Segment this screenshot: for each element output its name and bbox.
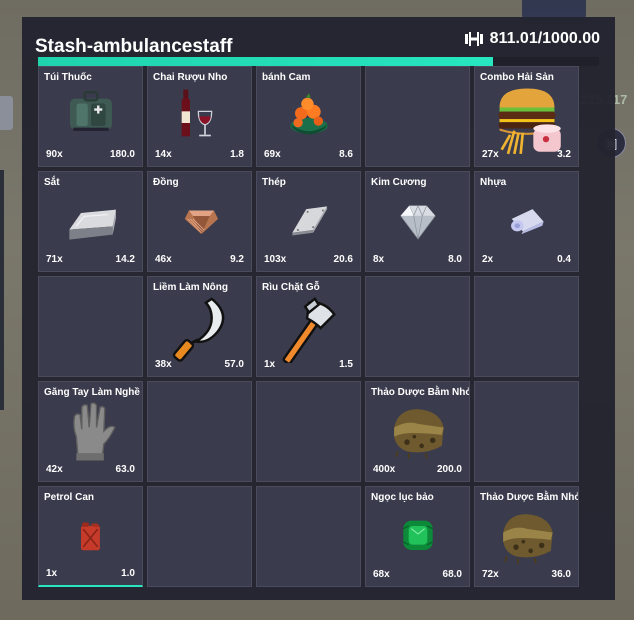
inventory-grid: Túi Thuốc 90x 180.0 Chai Rượu Nho 14x 1.8 bánh… xyxy=(38,66,579,587)
item-name: Kim Cương xyxy=(371,177,427,188)
inventory-slot[interactable]: Thảo Dược Bằm Nhỏ 400x 200.0 xyxy=(365,381,470,482)
item-weight: 63.0 xyxy=(115,464,135,475)
background-tab xyxy=(0,96,13,130)
item-name: Găng Tay Làm Nghề xyxy=(44,387,140,398)
item-name: Sắt xyxy=(44,177,60,188)
item-name: Túi Thuốc xyxy=(44,72,92,83)
item-weight: 20.6 xyxy=(333,254,353,265)
inventory-slot[interactable]: Ngọc lục bảo 68x 68.0 xyxy=(365,486,470,587)
background-bar xyxy=(0,170,4,410)
inventory-slot[interactable]: Combo Hải Sản 27x 3.2 xyxy=(474,66,579,167)
item-weight: 180.0 xyxy=(109,149,135,160)
item-count: 2x xyxy=(482,254,494,265)
medical-bag-icon xyxy=(68,91,113,133)
item-count: 27x xyxy=(482,149,499,160)
sickle-icon xyxy=(170,297,225,364)
stash-weight-text: 811.01/1000.00 xyxy=(489,30,600,47)
diamond-icon xyxy=(399,205,436,240)
item-count: 400x xyxy=(373,464,396,475)
inventory-slot[interactable]: Nhựa 2x 0.4 xyxy=(474,171,579,272)
inventory-slot[interactable]: Sắt 71x 14.2 xyxy=(38,171,143,272)
item-count: 46x xyxy=(155,254,172,265)
empty-slot[interactable] xyxy=(256,381,361,482)
item-count: 71x xyxy=(46,254,63,265)
item-weight: 3.2 xyxy=(557,149,571,160)
item-name: bánh Cam xyxy=(262,72,311,83)
item-count: 8x xyxy=(373,254,385,265)
item-count: 42x xyxy=(46,464,63,475)
stash-panel: Stash-ambulancestaff 811.01/1000.00 Túi … xyxy=(22,17,615,600)
item-weight: 1.8 xyxy=(230,149,244,160)
orange-cake-icon xyxy=(289,93,328,135)
item-name: Chai Rượu Nho xyxy=(153,72,228,83)
item-weight: 57.0 xyxy=(224,359,244,370)
item-count: 68x xyxy=(373,569,390,580)
item-name: Thép xyxy=(262,177,286,188)
burger-combo-icon xyxy=(496,87,562,156)
item-weight: 9.2 xyxy=(230,254,244,265)
item-weight: 1.0 xyxy=(121,568,135,579)
capacity-bar xyxy=(38,57,599,66)
item-name: Thảo Dược Bằm Nhỏ xyxy=(371,387,470,398)
weight-icon xyxy=(464,32,483,46)
plastic-roll-icon xyxy=(510,209,544,235)
inventory-slot[interactable]: Kim Cương 8x 8.0 xyxy=(365,171,470,272)
empty-slot[interactable] xyxy=(474,381,579,482)
item-name: Đồng xyxy=(153,177,179,188)
inventory-slot[interactable]: bánh Cam 69x 8.6 xyxy=(256,66,361,167)
herb-icon xyxy=(501,513,554,566)
item-count: 38x xyxy=(155,359,172,370)
item-name: Petrol Can xyxy=(44,492,95,503)
herb-icon xyxy=(392,408,445,461)
stash-weight: 811.01/1000.00 xyxy=(464,30,600,48)
item-weight: 0.4 xyxy=(557,254,571,265)
axe-icon xyxy=(281,298,335,364)
stash-title: Stash-ambulancestaff xyxy=(35,36,233,57)
steel-plate-icon xyxy=(291,206,327,236)
empty-slot[interactable] xyxy=(147,486,252,587)
inventory-slot[interactable]: Đồng 46x 9.2 xyxy=(147,171,252,272)
wine-bottle-icon xyxy=(180,89,212,138)
work-glove-icon xyxy=(72,402,116,462)
iron-ingot-icon xyxy=(68,209,117,241)
item-weight: 68.0 xyxy=(442,569,462,580)
empty-slot[interactable] xyxy=(365,66,470,167)
item-name: Rìu Chặt Gỗ xyxy=(262,282,320,293)
item-count: 103x xyxy=(264,254,287,265)
inventory-slot[interactable]: Petrol Can 1x 1.0 xyxy=(38,486,143,587)
item-weight: 8.0 xyxy=(448,254,462,265)
item-name: Ngọc lục bảo xyxy=(371,492,434,503)
item-name: Liềm Làm Nông xyxy=(153,282,229,293)
inventory-slot[interactable]: Thảo Dược Bằm Nhỏ 72x 36.0 xyxy=(474,486,579,587)
item-weight: 200.0 xyxy=(436,464,462,475)
inventory-slot[interactable]: Chai Rượu Nho 14x 1.8 xyxy=(147,66,252,167)
item-weight: 14.2 xyxy=(115,254,135,265)
capacity-bar-fill xyxy=(38,57,493,66)
item-count: 69x xyxy=(264,149,281,160)
inventory-slot[interactable]: Thép 103x 20.6 xyxy=(256,171,361,272)
empty-slot[interactable] xyxy=(365,276,470,377)
empty-slot[interactable] xyxy=(147,381,252,482)
item-weight: 1.5 xyxy=(339,359,353,370)
item-name: Thảo Dược Bằm Nhỏ xyxy=(480,492,579,503)
item-count: 14x xyxy=(155,149,172,160)
copper-icon xyxy=(183,210,218,235)
item-count: 1x xyxy=(264,359,276,370)
emerald-icon xyxy=(402,520,433,552)
item-count: 1x xyxy=(46,568,58,579)
item-weight: 8.6 xyxy=(339,149,353,160)
item-name: Nhựa xyxy=(480,177,507,188)
petrol-can-icon xyxy=(79,521,101,552)
empty-slot[interactable] xyxy=(256,486,361,587)
empty-slot[interactable] xyxy=(38,276,143,377)
empty-slot[interactable] xyxy=(474,276,579,377)
inventory-slot[interactable]: Túi Thuốc 90x 180.0 xyxy=(38,66,143,167)
inventory-slot[interactable]: Rìu Chặt Gỗ 1x 1.5 xyxy=(256,276,361,377)
item-count: 72x xyxy=(482,569,499,580)
inventory-slot[interactable]: Găng Tay Làm Nghề 42x 63.0 xyxy=(38,381,143,482)
inventory-slot[interactable]: Liềm Làm Nông 38x 57.0 xyxy=(147,276,252,377)
item-weight: 36.0 xyxy=(551,569,571,580)
item-count: 90x xyxy=(46,149,63,160)
